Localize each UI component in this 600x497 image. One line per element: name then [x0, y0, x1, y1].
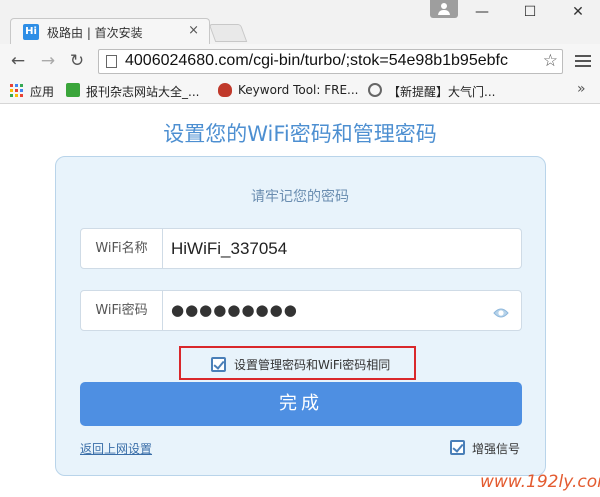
profile-body: [438, 10, 450, 15]
same-password-checkbox[interactable]: [211, 357, 226, 372]
show-password-eye-icon[interactable]: [493, 304, 509, 323]
tab-close-icon[interactable]: ×: [188, 23, 199, 38]
card-subtitle: 请牢记您的密码: [251, 189, 349, 205]
bookmark-keyword-tool[interactable]: Keyword Tool: FRE...: [238, 83, 359, 97]
window-minimize-button[interactable]: —: [470, 4, 494, 20]
new-tab-button[interactable]: [208, 24, 248, 42]
hiwifi-favicon-icon: Hi: [23, 24, 39, 40]
bookmark-reminder[interactable]: 【新提醒】大气门...: [388, 83, 495, 100]
same-password-label[interactable]: 设置管理密码和WiFi密码相同: [234, 356, 390, 373]
profile-head: [441, 3, 447, 9]
forward-button[interactable]: →: [38, 51, 58, 71]
bookmarks-more-button[interactable]: »: [577, 81, 586, 97]
apps-grid-icon[interactable]: [10, 84, 24, 98]
window-maximize-button[interactable]: ☐: [518, 4, 542, 20]
boost-signal-label[interactable]: 增强信号: [472, 440, 520, 457]
browser-tab-active[interactable]: Hi 极路由 | 首次安装 ×: [10, 18, 210, 44]
url-text[interactable]: 4006024680.com/cgi-bin/turbo/;stok=54e98…: [125, 52, 535, 70]
watermark-text: www.192ly.com: [480, 472, 600, 492]
back-to-internet-settings-link[interactable]: 返回上网设置: [80, 440, 152, 457]
page-icon: [106, 55, 117, 68]
wifi-password-label: WiFi密码: [81, 291, 163, 330]
finish-button[interactable]: 完成: [80, 382, 522, 426]
profile-avatar-icon[interactable]: [430, 0, 458, 18]
browser-titlebar: Hi 极路由 | 首次安装 × — ☐ ✕: [0, 0, 600, 44]
browser-toolbar: ← → ↻ 4006024680.com/cgi-bin/turbo/;stok…: [0, 44, 600, 78]
bookmark-newspaper-sites[interactable]: 报刊杂志网站大全_...: [86, 83, 199, 100]
flame-icon: [218, 83, 232, 97]
bookmark-star-icon[interactable]: ☆: [543, 51, 558, 71]
browser-menu-icon[interactable]: [575, 55, 591, 68]
bookmark-apps[interactable]: 应用: [30, 83, 54, 100]
wordpress-icon: [368, 83, 382, 97]
page-title: 设置您的WiFi密码和管理密码: [163, 122, 437, 146]
wifi-password-field[interactable]: WiFi密码 ●●●●●●●●●: [80, 290, 522, 331]
address-bar[interactable]: 4006024680.com/cgi-bin/turbo/;stok=54e98…: [98, 49, 563, 74]
wifi-name-field[interactable]: WiFi名称 HiWiFi_337054: [80, 228, 522, 269]
same-password-highlight: 设置管理密码和WiFi密码相同: [179, 346, 416, 380]
bookmarks-bar: 应用 报刊杂志网站大全_... Keyword Tool: FRE... 【新提…: [0, 78, 600, 104]
back-button[interactable]: ←: [8, 51, 28, 71]
window-close-button[interactable]: ✕: [566, 4, 590, 20]
reload-button[interactable]: ↻: [67, 51, 87, 71]
wifi-name-label: WiFi名称: [81, 229, 163, 268]
boost-signal-checkbox[interactable]: [450, 440, 465, 455]
wifi-name-input[interactable]: HiWiFi_337054: [171, 229, 287, 268]
tab-title: 极路由 | 首次安装: [47, 26, 143, 40]
green-c-icon: [66, 83, 80, 97]
wifi-password-input[interactable]: ●●●●●●●●●: [171, 291, 298, 330]
